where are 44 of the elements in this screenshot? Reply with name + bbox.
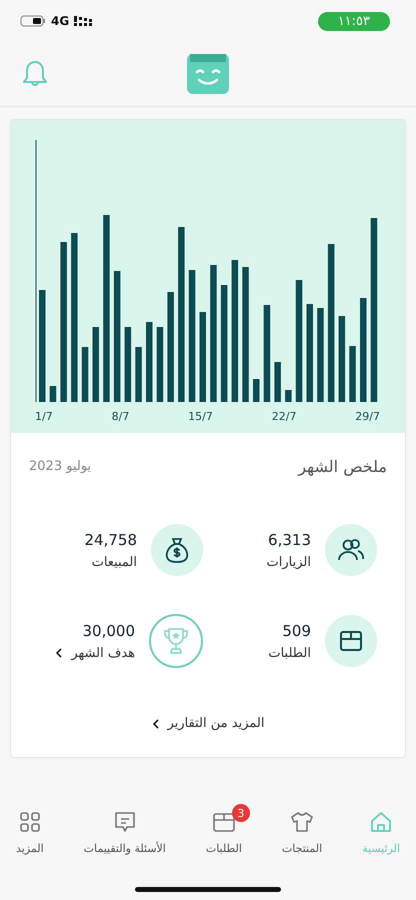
stat-value: 30,000 xyxy=(82,622,135,640)
shirt-icon xyxy=(290,810,314,834)
count-badge: 3 xyxy=(232,804,250,822)
stat-label: الطلبات xyxy=(268,646,311,660)
more-reports-link[interactable]: المزيد من التقارير xyxy=(152,716,264,731)
tab-item[interactable]: المنتجات xyxy=(266,800,338,859)
bar xyxy=(135,347,142,402)
stat-value: 6,313 xyxy=(267,530,311,548)
stat-label: المبيعات xyxy=(90,554,137,570)
trophy-icon xyxy=(149,614,203,668)
network-label: 4G xyxy=(51,14,70,28)
summary-title: ملخص الشهر xyxy=(298,457,387,476)
axis-label: 8/7 xyxy=(112,410,130,423)
signal-icon xyxy=(74,15,94,27)
axis-label: 1/7 xyxy=(35,410,53,423)
tab-item[interactable]: المزيد xyxy=(0,800,60,859)
stat-label: الزيارات xyxy=(266,554,311,570)
clock-pill: ١١:٥٣ xyxy=(318,12,390,30)
battery-icon xyxy=(20,15,46,27)
bar xyxy=(50,386,56,402)
bar xyxy=(274,362,281,402)
bar xyxy=(253,379,260,402)
bar xyxy=(285,390,292,402)
home-icon xyxy=(369,810,394,834)
money-bag-icon xyxy=(151,524,203,576)
period-label: يوليو 2023 xyxy=(29,459,92,474)
axis-label: 15/7 xyxy=(188,410,213,423)
notification-bell-icon[interactable] xyxy=(22,59,48,89)
chevron-icon xyxy=(55,648,64,658)
bar xyxy=(82,347,88,402)
bar xyxy=(349,346,356,402)
box-icon xyxy=(325,615,377,667)
axis-label: 22/7 xyxy=(272,410,296,423)
tab-item[interactable]: الأسئلة والتقييمات xyxy=(68,800,182,859)
stat-value: 509 xyxy=(281,622,311,640)
stat-value: 24,758 xyxy=(84,530,137,548)
box-icon xyxy=(212,810,236,834)
chat-icon xyxy=(112,810,137,834)
grid-icon xyxy=(18,810,42,834)
axis-label: 29/7 xyxy=(355,410,380,423)
smiling-bag-logo-icon xyxy=(187,54,229,94)
goal-link[interactable]: هدف الشهر xyxy=(55,646,135,660)
people-icon xyxy=(325,524,377,576)
chevron-icon xyxy=(152,718,160,728)
